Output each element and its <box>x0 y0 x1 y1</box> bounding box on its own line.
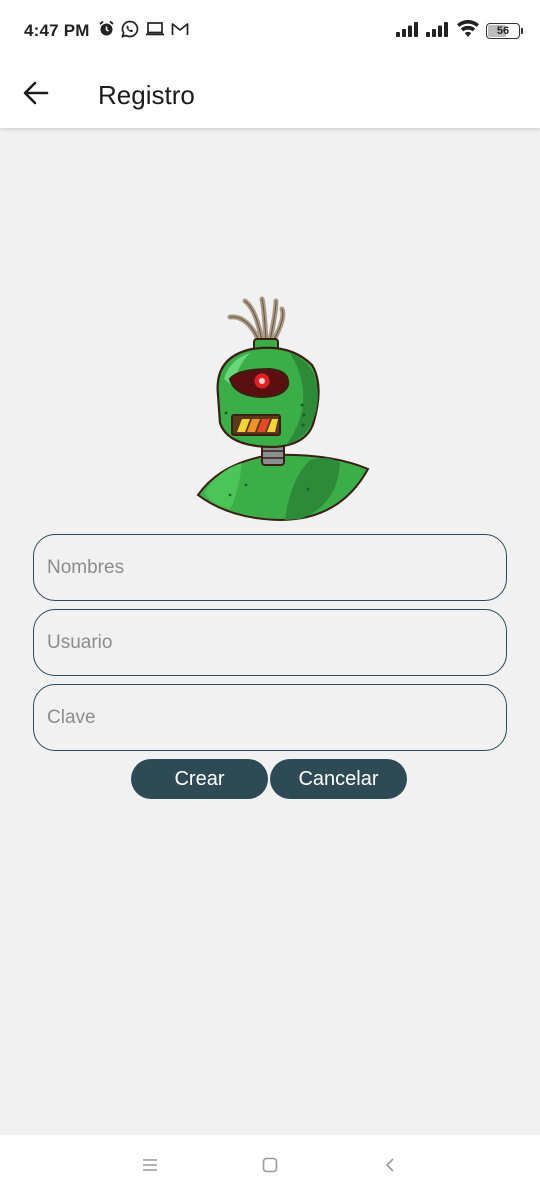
menu-icon <box>142 1158 158 1177</box>
clave-input[interactable] <box>47 706 506 729</box>
battery-level: 56 <box>496 25 510 37</box>
notification-icons <box>98 20 189 43</box>
laptop-icon <box>145 21 165 42</box>
alarm-icon <box>98 20 115 42</box>
page-title: Registro <box>98 79 195 110</box>
nombres-field[interactable] <box>33 534 507 601</box>
status-right: 56 <box>396 19 523 43</box>
app-bar: Registro <box>0 62 540 128</box>
cancelar-button[interactable]: Cancelar <box>270 759 407 799</box>
back-button[interactable] <box>0 62 72 128</box>
back-nav-button[interactable] <box>370 1148 410 1188</box>
arrow-left-icon <box>23 81 49 110</box>
wifi-icon <box>456 19 480 43</box>
signal-icon <box>426 21 450 42</box>
back-chevron-icon <box>384 1157 396 1178</box>
usuario-input[interactable] <box>47 631 506 654</box>
home-square-icon <box>262 1157 278 1178</box>
crear-button[interactable]: Crear <box>131 759 268 799</box>
robot-illustration <box>190 295 370 523</box>
menu-nav-button[interactable] <box>130 1148 170 1188</box>
signal-icon <box>396 21 420 42</box>
nombres-input[interactable] <box>47 556 506 579</box>
status-left: 4:47 PM <box>24 20 189 43</box>
usuario-field[interactable] <box>33 609 507 676</box>
battery-indicator: 56 <box>486 23 523 39</box>
status-time: 4:47 PM <box>24 21 90 40</box>
clave-field[interactable] <box>33 684 507 751</box>
status-bar: 4:47 PM 56 <box>0 0 540 62</box>
gmail-icon <box>171 22 189 41</box>
whatsapp-icon <box>120 20 139 43</box>
home-nav-button[interactable] <box>250 1148 290 1188</box>
system-nav-bar <box>0 1135 540 1200</box>
